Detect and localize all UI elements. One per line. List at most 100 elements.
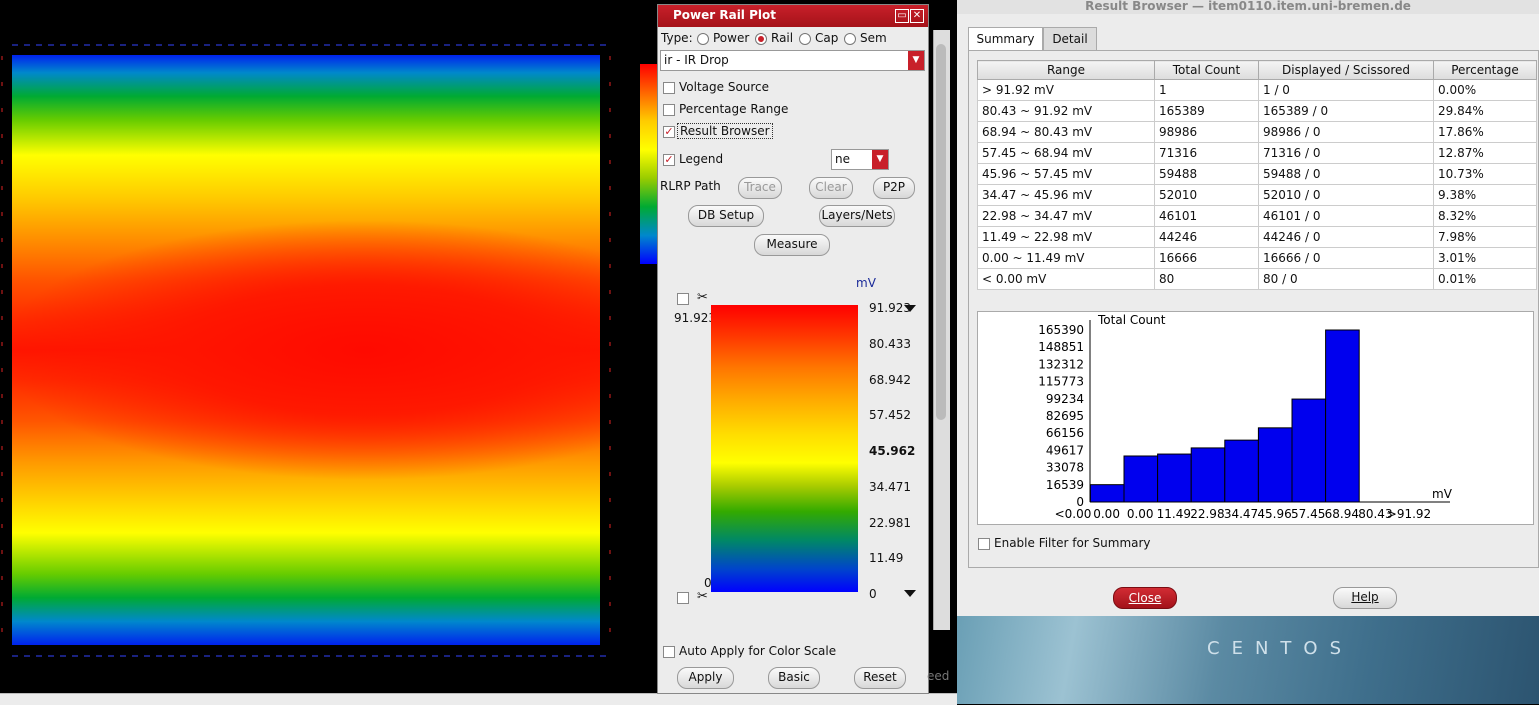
- x-tick-label: <0.00: [1055, 507, 1092, 521]
- type-power-radio[interactable]: [697, 33, 709, 45]
- x-tick-label: >91.92: [1387, 507, 1431, 521]
- table-cell: < 0.00 mV: [977, 268, 1155, 290]
- design-boundary-markers: [1, 44, 612, 657]
- scissors-icon[interactable]: ✂: [697, 589, 708, 604]
- scale-tick: 0: [869, 587, 877, 601]
- histogram-bar: [1257, 427, 1293, 503]
- db-setup-button[interactable]: DB Setup: [688, 205, 764, 227]
- table-cell: 59488 / 0: [1258, 163, 1434, 185]
- reset-button[interactable]: Reset: [854, 667, 906, 689]
- table-cell: 46101 / 0: [1258, 205, 1434, 227]
- table-cell: 71316: [1154, 142, 1259, 164]
- close-icon[interactable]: ✕: [910, 9, 924, 23]
- y-tick-label: 99234: [1046, 392, 1084, 406]
- basic-button[interactable]: Basic: [768, 667, 820, 689]
- table-cell: 71316 / 0: [1258, 142, 1434, 164]
- table-cell: 22.98 ~ 34.47 mV: [977, 205, 1155, 227]
- p2p-button[interactable]: P2P: [873, 177, 915, 199]
- layout-canvas[interactable]: [0, 0, 657, 704]
- auto-apply-checkbox[interactable]: [663, 646, 675, 658]
- table-cell: 16666 / 0: [1258, 247, 1434, 269]
- background-text: eed: [927, 669, 950, 683]
- close-button[interactable]: Close: [1113, 587, 1177, 609]
- legend-position-select[interactable]: ne ▼: [831, 149, 889, 170]
- type-sem-radio[interactable]: [844, 33, 856, 45]
- table-row[interactable]: 57.45 ~ 68.94 mV 71316 71316 / 0 12.87%: [977, 142, 1537, 164]
- table-cell: 10.73%: [1433, 163, 1537, 185]
- column-header[interactable]: Displayed / Scissored: [1258, 60, 1434, 80]
- max-scissor-checkbox[interactable]: [677, 293, 689, 305]
- table-row[interactable]: > 91.92 mV 1 1 / 0 0.00%: [977, 79, 1537, 101]
- scissors-icon[interactable]: ✂: [697, 290, 708, 305]
- column-header[interactable]: Percentage: [1433, 60, 1537, 80]
- scale-tick: 11.49: [869, 551, 904, 565]
- table-row[interactable]: 11.49 ~ 22.98 mV 44246 44246 / 0 7.98%: [977, 226, 1537, 248]
- window-title[interactable]: Result Browser — item0110.item.uni-breme…: [957, 0, 1539, 14]
- x-tick-label: 68.94: [1325, 507, 1359, 521]
- max-marker-icon[interactable]: [904, 305, 916, 312]
- enable-filter-checkbox[interactable]: [978, 538, 990, 550]
- y-tick-label: 16539: [1046, 478, 1084, 492]
- table-cell: 1: [1154, 79, 1259, 101]
- column-header[interactable]: Total Count: [1154, 60, 1259, 80]
- histogram-bar: [1224, 439, 1259, 503]
- y-tick-label: 33078: [1046, 461, 1084, 475]
- x-tick-label: 45.96: [1257, 507, 1291, 521]
- table-cell: 44246: [1154, 226, 1259, 248]
- apply-button[interactable]: Apply: [677, 667, 734, 689]
- table-cell: 165389: [1154, 100, 1259, 122]
- histogram-bar: [1291, 398, 1327, 503]
- x-tick-label: 22.98: [1190, 507, 1224, 521]
- power-rail-plot-dialog: Power Rail Plot ▭ ✕ Type: Power Rail Cap…: [657, 4, 929, 694]
- scale-tick: 80.433: [869, 337, 911, 351]
- legend-checkbox[interactable]: ✓: [663, 154, 675, 166]
- table-row[interactable]: 68.94 ~ 80.43 mV 98986 98986 / 0 17.86%: [977, 121, 1537, 143]
- color-scale-bar[interactable]: [711, 305, 858, 592]
- table-cell: 0.01%: [1433, 268, 1537, 290]
- table-row[interactable]: 45.96 ~ 57.45 mV 59488 59488 / 0 10.73%: [977, 163, 1537, 185]
- summary-table: Range Total Count Displayed / Scissored …: [977, 60, 1537, 290]
- type-cap-radio[interactable]: [799, 33, 811, 45]
- voltage-source-checkbox[interactable]: [663, 82, 675, 94]
- table-cell: 98986 / 0: [1258, 121, 1434, 143]
- tab-summary[interactable]: Summary: [968, 27, 1043, 51]
- table-cell: 52010: [1154, 184, 1259, 206]
- scrollbar-thumb[interactable]: [936, 44, 946, 420]
- tab-detail[interactable]: Detail: [1043, 27, 1097, 51]
- layers-nets-button[interactable]: Layers/Nets: [819, 205, 895, 227]
- result-browser-label: Result Browser: [677, 123, 773, 139]
- table-cell: 68.94 ~ 80.43 mV: [977, 121, 1155, 143]
- table-row[interactable]: 34.47 ~ 45.96 mV 52010 52010 / 0 9.38%: [977, 184, 1537, 206]
- chevron-down-icon[interactable]: ▼: [872, 150, 888, 169]
- legend-position-value: ne: [835, 152, 850, 166]
- table-cell: 80: [1154, 268, 1259, 290]
- table-row[interactable]: < 0.00 mV 80 80 / 0 0.01%: [977, 268, 1537, 290]
- chevron-down-icon[interactable]: ▼: [908, 51, 924, 70]
- result-browser-checkbox[interactable]: ✓: [663, 126, 675, 138]
- measure-button[interactable]: Measure: [754, 234, 830, 256]
- column-header[interactable]: Range: [977, 60, 1155, 80]
- analysis-select[interactable]: ir - IR Drop ▼: [660, 50, 925, 71]
- help-button[interactable]: Help: [1333, 587, 1397, 609]
- enable-filter-label: Enable Filter for Summary: [994, 536, 1151, 550]
- table-row[interactable]: 80.43 ~ 91.92 mV 165389 165389 / 0 29.84%: [977, 100, 1537, 122]
- histogram-bar: [1089, 484, 1125, 503]
- table-row[interactable]: 0.00 ~ 11.49 mV 16666 16666 / 0 3.01%: [977, 247, 1537, 269]
- table-cell: 29.84%: [1433, 100, 1537, 122]
- restore-icon[interactable]: ▭: [895, 9, 909, 23]
- histogram-panel: Total Count mV 0 16539 33078 49617 66156 82695 9…: [977, 311, 1534, 525]
- rlrp-path-label: RLRP Path: [660, 179, 721, 193]
- min-marker-icon[interactable]: [904, 590, 916, 597]
- type-cap-label: Cap: [815, 31, 839, 45]
- trace-button[interactable]: Trace: [738, 177, 782, 199]
- dialog-titlebar[interactable]: Power Rail Plot ▭ ✕: [658, 5, 928, 27]
- table-cell: 52010 / 0: [1258, 184, 1434, 206]
- table-row[interactable]: 22.98 ~ 34.47 mV 46101 46101 / 0 8.32%: [977, 205, 1537, 227]
- table-cell: 8.32%: [1433, 205, 1537, 227]
- percentage-range-checkbox[interactable]: [663, 104, 675, 116]
- clear-button[interactable]: Clear: [809, 177, 853, 199]
- min-scissor-checkbox[interactable]: [677, 592, 689, 604]
- table-cell: 44246 / 0: [1258, 226, 1434, 248]
- scale-tick: 34.471: [869, 480, 911, 494]
- type-rail-radio[interactable]: [755, 33, 767, 45]
